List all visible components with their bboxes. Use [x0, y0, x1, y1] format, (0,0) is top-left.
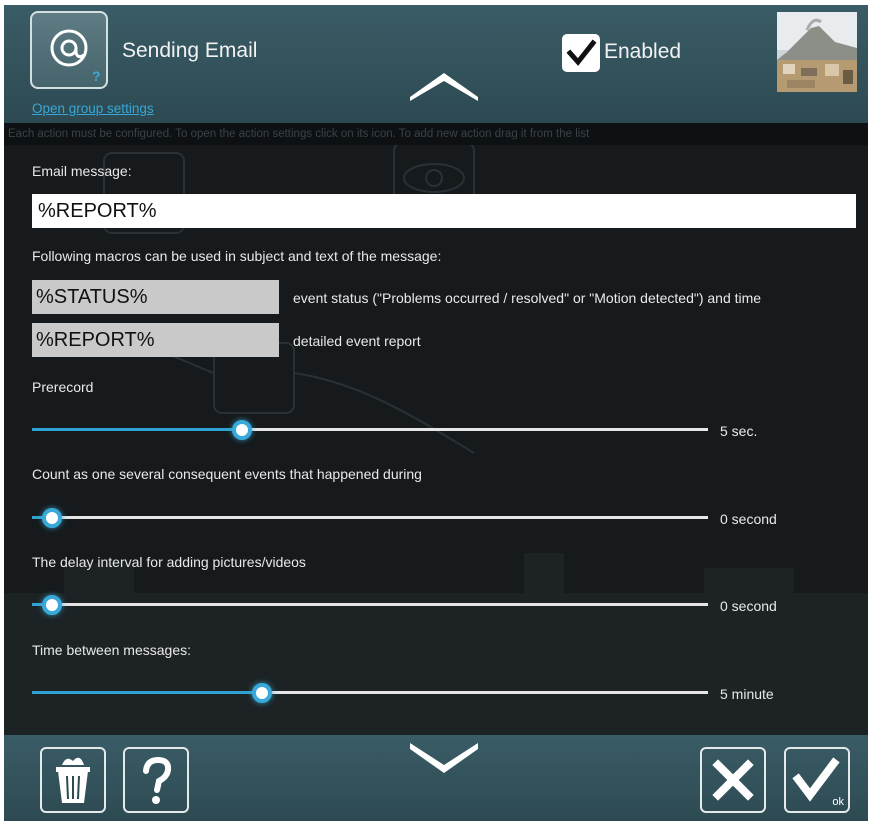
email-action-dialog: ? Sending Email Open group settings Enab… — [4, 5, 868, 821]
slider-fill — [32, 691, 262, 694]
help-button[interactable] — [123, 747, 189, 813]
consequent-events-slider[interactable] — [32, 506, 708, 530]
consequent-events-label: Count as one several consequent events t… — [32, 466, 422, 482]
email-message-label: Email message: — [32, 163, 132, 179]
checkmark-icon — [566, 39, 597, 66]
action-type-icon[interactable]: ? — [30, 11, 108, 89]
macro-report-description: detailed event report — [293, 333, 421, 349]
header-bar: ? Sending Email Open group settings Enab… — [4, 5, 868, 123]
camera-thumbnail[interactable] — [777, 12, 857, 92]
trash-icon — [56, 757, 90, 803]
ok-label: ok — [832, 796, 844, 808]
slider-thumb[interactable] — [42, 595, 63, 615]
delete-button[interactable] — [40, 747, 106, 813]
cancel-button[interactable] — [700, 747, 766, 813]
email-message-input[interactable] — [32, 194, 856, 228]
delay-interval-value: 0 second — [720, 598, 777, 614]
delay-interval-slider[interactable] — [32, 593, 708, 617]
macro-report: %REPORT% — [32, 323, 279, 357]
time-between-messages-slider[interactable] — [32, 681, 708, 705]
slider-thumb[interactable] — [42, 508, 63, 528]
footer-bar: ok — [4, 735, 868, 821]
enabled-checkbox[interactable] — [562, 34, 600, 72]
close-icon — [712, 759, 754, 801]
time-between-messages-value: 5 minute — [720, 686, 774, 702]
consequent-events-value: 0 second — [720, 511, 777, 527]
slider-fill — [32, 428, 242, 431]
slider-track — [32, 516, 708, 519]
ok-button[interactable]: ok — [784, 747, 850, 813]
chevron-up-icon[interactable] — [408, 67, 480, 101]
help-icon — [143, 756, 172, 804]
chevron-down-icon[interactable] — [408, 741, 480, 773]
info-strip: Each action must be configured. To open … — [4, 123, 868, 145]
slider-thumb[interactable] — [251, 683, 272, 703]
slider-thumb[interactable] — [231, 420, 252, 440]
macro-status: %STATUS% — [32, 280, 279, 314]
slider-track — [32, 603, 708, 606]
prerecord-slider[interactable] — [32, 418, 708, 442]
group-settings-link[interactable]: Open group settings — [32, 101, 154, 116]
svg-text:?: ? — [92, 68, 101, 84]
macro-status-description: event status ("Problems occurred / resol… — [293, 290, 762, 306]
macros-intro: Following macros can be used in subject … — [32, 248, 442, 264]
at-sign-icon: ? — [50, 29, 101, 84]
time-between-messages-label: Time between messages: — [32, 642, 191, 658]
prerecord-value: 5 sec. — [720, 423, 758, 439]
prerecord-label: Prerecord — [32, 379, 94, 395]
delay-interval-label: The delay interval for adding pictures/v… — [32, 554, 306, 570]
page-title: Sending Email — [122, 39, 258, 62]
enabled-label[interactable]: Enabled — [604, 40, 681, 64]
